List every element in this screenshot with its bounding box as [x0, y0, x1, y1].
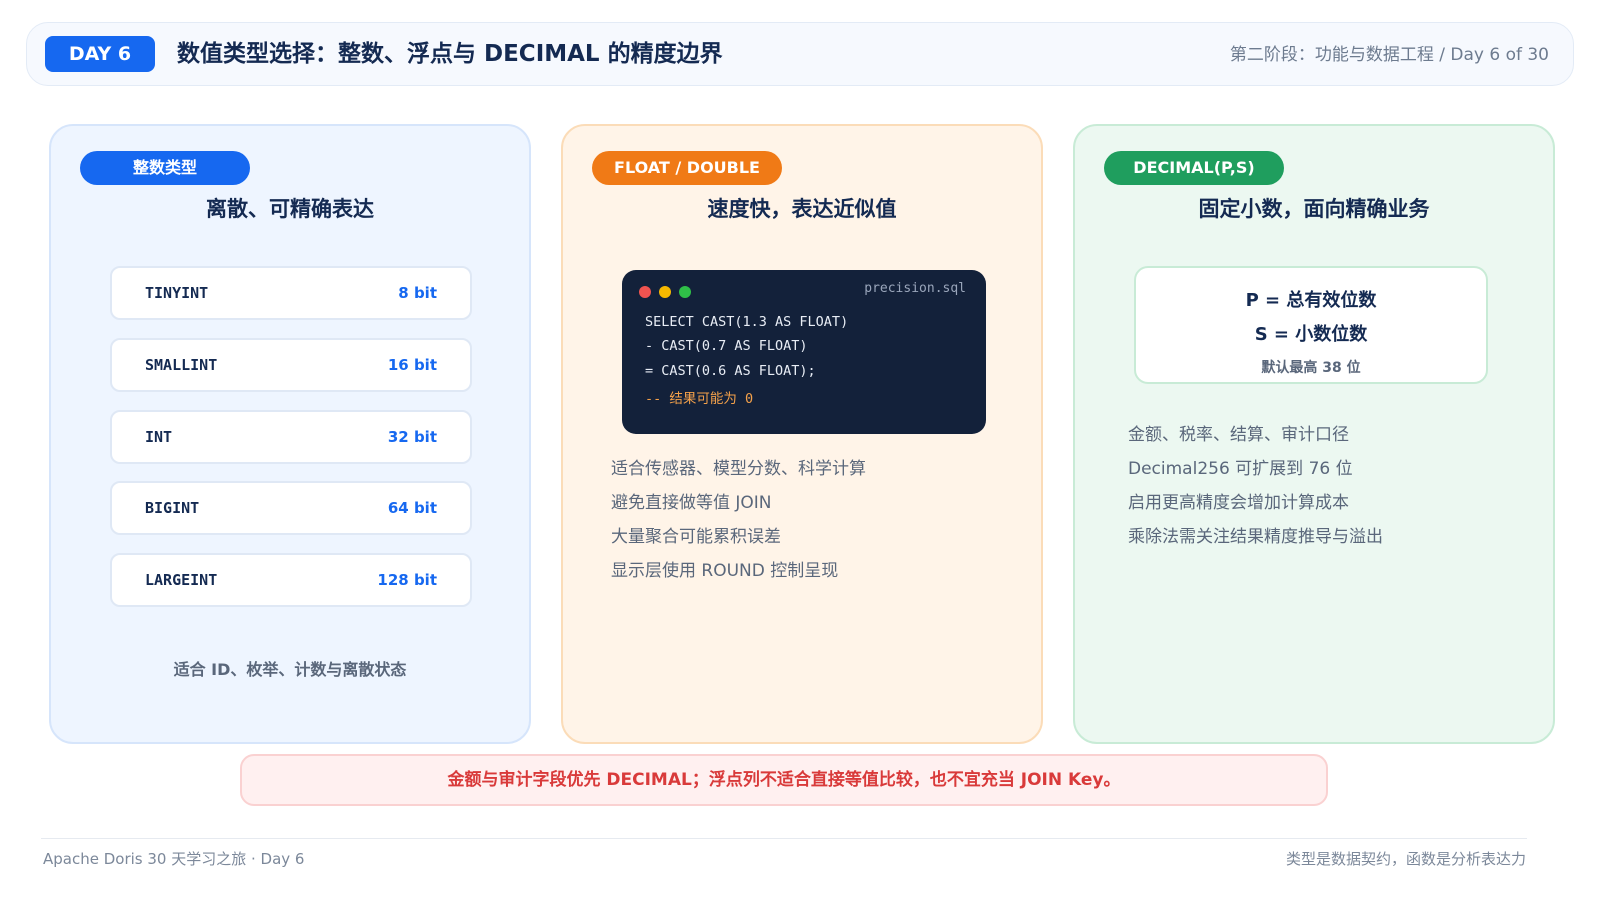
footer-tagline: 类型是数据契约，函数是分析表达力 — [1285, 850, 1526, 868]
window-close-dot-icon — [639, 286, 651, 298]
integer-card-title: 离散、可精确表达 — [206, 197, 374, 221]
type-bits: 64 bit — [387, 499, 437, 517]
decimal-type-card: DECIMAL(P,S) 固定小数，面向精确业务 P = 总有效位数 S = 小… — [1073, 124, 1555, 744]
float-bullet-list: 适合传感器、模型分数、科学计算 避免直接做等值 JOIN 大量聚合可能累积误差 … — [611, 454, 866, 590]
integer-type-card: 整数类型 离散、可精确表达 TINYINT 8 bit SMALLINT 16 … — [49, 124, 531, 744]
list-item: 适合传感器、模型分数、科学计算 — [611, 459, 866, 479]
code-line: SELECT CAST(1.3 AS FLOAT) — [645, 314, 849, 330]
decimal-bullet-list: 金额、税率、结算、审计口径 Decimal256 可扩展到 76 位 启用更高精… — [1128, 420, 1383, 556]
stage-subtitle: 第二阶段：功能与数据工程 / Day 6 of 30 — [1229, 45, 1549, 65]
list-item: 金额、税率、结算、审计口径 — [1128, 425, 1349, 445]
code-line: = CAST(0.6 AS FLOAT); — [645, 363, 816, 379]
type-bits: 128 bit — [377, 571, 437, 589]
type-row-int: INT 32 bit — [110, 410, 472, 464]
header-bar: DAY 6 数值类型选择：整数、浮点与 DECIMAL 的精度边界 第二阶段：功… — [26, 22, 1574, 86]
footer-course-label: Apache Doris 30 天学习之旅 · Day 6 — [43, 850, 305, 868]
float-card-title: 速度快，表达近似值 — [707, 197, 897, 221]
decimal-card-title: 固定小数，面向精确业务 — [1198, 197, 1430, 221]
window-minimize-dot-icon — [659, 286, 671, 298]
list-item: 启用更高精度会增加计算成本 — [1128, 493, 1349, 513]
type-row-smallint: SMALLINT 16 bit — [110, 338, 472, 392]
type-row-largeint: LARGEINT 128 bit — [110, 553, 472, 607]
footer-divider — [41, 838, 1527, 839]
list-item: 显示层使用 ROUND 控制呈现 — [611, 561, 839, 581]
scale-definition: S = 小数位数 — [1254, 324, 1368, 345]
decimal-pill: DECIMAL(P,S) — [1104, 151, 1284, 185]
integer-pill: 整数类型 — [80, 151, 250, 185]
default-max-note: 默认最高 38 位 — [1261, 360, 1361, 376]
type-name: INT — [145, 428, 173, 446]
day-badge: DAY 6 — [45, 36, 155, 72]
code-window: precision.sql SELECT CAST(1.3 AS FLOAT) … — [622, 270, 986, 434]
code-filename: precision.sql — [864, 281, 966, 296]
list-item: Decimal256 可扩展到 76 位 — [1128, 459, 1353, 479]
page-title: 数值类型选择：整数、浮点与 DECIMAL 的精度边界 — [177, 41, 723, 67]
type-bits: 8 bit — [398, 284, 437, 302]
float-type-card: FLOAT / DOUBLE 速度快，表达近似值 precision.sql S… — [561, 124, 1043, 744]
list-item: 大量聚合可能累积误差 — [611, 527, 781, 547]
type-name: BIGINT — [145, 499, 200, 517]
float-pill: FLOAT / DOUBLE — [592, 151, 782, 185]
type-row-bigint: BIGINT 64 bit — [110, 481, 472, 535]
type-name: LARGEINT — [145, 571, 218, 589]
code-comment: -- 结果可能为 0 — [645, 391, 754, 407]
type-bits: 16 bit — [387, 356, 437, 374]
list-item: 避免直接做等值 JOIN — [611, 493, 772, 513]
precision-definition: P = 总有效位数 — [1245, 290, 1377, 311]
window-maximize-dot-icon — [679, 286, 691, 298]
type-name: TINYINT — [145, 284, 209, 302]
type-row-tinyint: TINYINT 8 bit — [110, 266, 472, 320]
type-bits: 32 bit — [387, 428, 437, 446]
list-item: 乘除法需关注结果精度推导与溢出 — [1128, 527, 1383, 547]
warning-banner: 金额与审计字段优先 DECIMAL；浮点列不适合直接等值比较，也不宜充当 JOI… — [240, 754, 1328, 806]
type-name: SMALLINT — [145, 356, 218, 374]
integer-footnote: 适合 ID、枚举、计数与离散状态 — [173, 660, 407, 679]
precision-formula-box: P = 总有效位数 S = 小数位数 默认最高 38 位 — [1134, 266, 1488, 384]
code-line: - CAST(0.7 AS FLOAT) — [645, 338, 808, 354]
